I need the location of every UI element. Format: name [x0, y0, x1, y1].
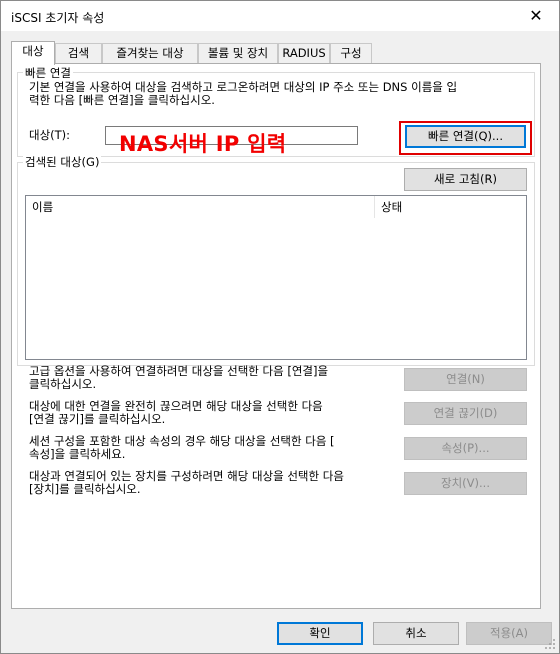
- resize-grip-icon[interactable]: [544, 638, 556, 650]
- properties-button[interactable]: 속성(P)...: [404, 437, 527, 460]
- connect-description: 고급 옵션을 사용하여 연결하려면 대상을 선택한 다음 [연결]을 클릭하십시…: [29, 365, 399, 391]
- devices-description: 대상과 연결되어 있는 장치를 구성하려면 해당 대상을 선택한 다음 [장치]…: [29, 470, 399, 496]
- column-header-status[interactable]: 상태: [375, 196, 525, 218]
- properties-description: 세션 구성을 포함한 대상 속성의 경우 해당 대상을 선택한 다음 [ 속성]…: [29, 435, 399, 461]
- connect-button[interactable]: 연결(N): [404, 368, 527, 391]
- disconnect-button[interactable]: 연결 끊기(D): [404, 402, 527, 425]
- tab-discovery[interactable]: 검색: [55, 43, 102, 63]
- connect-description-line2: 클릭하십시오.: [29, 377, 97, 391]
- tab-radius[interactable]: RADIUS: [278, 43, 330, 63]
- devices-description-line2: [장치]를 클릭하십시오.: [29, 482, 141, 496]
- quick-connect-button[interactable]: 빠른 연결(Q)...: [405, 125, 526, 148]
- target-label: 대상(T):: [29, 128, 71, 142]
- quick-connect-description: 기본 연결을 사용하여 대상을 검색하고 로그온하려면 대상의 IP 주소 또는…: [29, 81, 529, 107]
- quick-connect-description-line2: 력한 다음 [빠른 연결]을 클릭하십시오.: [29, 93, 215, 107]
- quick-connect-legend: 빠른 연결: [23, 65, 73, 81]
- tab-configuration[interactable]: 구성: [330, 43, 372, 63]
- disconnect-description: 대상에 대한 연결을 완전히 끊으려면 해당 대상을 선택한 다음 [연결 끊기…: [29, 400, 399, 426]
- iscsi-properties-window: iSCSI 초기자 속성 ✕ 대상 검색 즐겨찾는 대상 볼륨 및 장치 RAD…: [0, 0, 560, 654]
- apply-button[interactable]: 적용(A): [466, 622, 552, 645]
- tab-favorite-targets[interactable]: 즐겨찾는 대상: [102, 43, 198, 63]
- ok-button[interactable]: 확인: [277, 622, 363, 645]
- targets-tab-panel: 빠른 연결 기본 연결을 사용하여 대상을 검색하고 로그온하려면 대상의 IP…: [11, 63, 541, 609]
- close-icon[interactable]: ✕: [513, 1, 559, 31]
- column-header-name[interactable]: 이름: [26, 196, 376, 218]
- tab-targets[interactable]: 대상: [11, 41, 55, 65]
- tab-volumes-devices[interactable]: 볼륨 및 장치: [198, 43, 278, 63]
- window-title: iSCSI 초기자 속성: [11, 11, 105, 25]
- discovered-targets-legend: 검색된 대상(G): [23, 154, 102, 170]
- properties-description-line2: 속성]을 클릭하세요.: [29, 447, 126, 461]
- devices-button[interactable]: 장치(V)...: [404, 472, 527, 495]
- discovered-targets-list[interactable]: 이름 상태: [25, 195, 527, 360]
- nas-ip-annotation: NAS서버 IP 입력: [119, 132, 287, 156]
- title-bar[interactable]: iSCSI 초기자 속성 ✕: [1, 1, 559, 31]
- cancel-button[interactable]: 취소: [373, 622, 459, 645]
- refresh-button[interactable]: 새로 고침(R): [404, 168, 527, 191]
- disconnect-description-line2: [연결 끊기]를 클릭하십시오.: [29, 412, 166, 426]
